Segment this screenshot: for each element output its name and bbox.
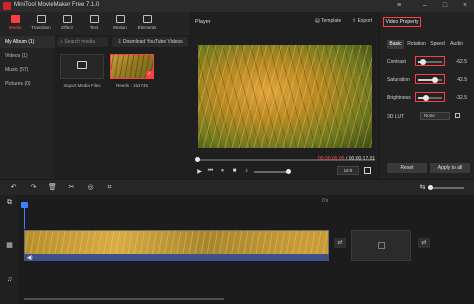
video-preview[interactable]	[198, 45, 372, 148]
tab-basic[interactable]: Basic	[387, 40, 404, 49]
tab-elements[interactable]: Elements	[134, 12, 160, 35]
add-track-icon[interactable]: ⧉	[5, 198, 14, 207]
fullscreen-icon[interactable]	[364, 167, 371, 174]
saturation-handle[interactable]	[432, 77, 439, 83]
split-icon[interactable]: ✂	[67, 183, 76, 192]
redo-icon[interactable]: ↷	[29, 183, 38, 192]
time-ruler[interactable]	[17, 197, 474, 207]
brightness-value[interactable]: -32.5	[449, 95, 467, 101]
transition-slot[interactable]: ⇄	[334, 238, 346, 248]
contrast-handle[interactable]	[419, 59, 426, 65]
tab-motion[interactable]: Motion	[107, 12, 133, 35]
zoom-handle[interactable]	[428, 185, 433, 190]
contrast-label: Contrast	[387, 59, 406, 65]
sidebar-item-music[interactable]: Music (57)	[0, 64, 55, 76]
ruler-mark: 0's	[322, 198, 329, 204]
saturation-value[interactable]: 42.5	[449, 77, 467, 83]
lut-label: 3D LUT	[387, 114, 405, 120]
tab-audio[interactable]: Audio	[448, 40, 465, 49]
player-label: Player	[195, 19, 211, 25]
minimize-icon[interactable]: –	[418, 0, 432, 12]
export-button[interactable]: ⇪ Export	[352, 18, 372, 24]
app-logo-icon	[3, 2, 11, 10]
media-clip-label: Reeds - 152746	[115, 83, 149, 88]
saturation-label: Saturation	[387, 77, 410, 83]
close-icon[interactable]: ×	[458, 0, 472, 12]
previous-frame-icon[interactable]: ⏮	[206, 168, 215, 175]
menu-icon[interactable]: ≡	[392, 0, 406, 12]
apply-to-all-button[interactable]: Apply to all	[430, 163, 470, 173]
download-youtube-button[interactable]: ⇩ Download YouTube Videos	[112, 37, 188, 47]
contrast-value[interactable]: -62.5	[449, 59, 467, 65]
tab-speed[interactable]: Speed	[429, 40, 446, 49]
delete-icon[interactable]: 🗑	[48, 183, 57, 192]
search-input[interactable]: ⌕ Search media	[57, 37, 108, 47]
reset-button[interactable]: Reset	[387, 163, 427, 173]
music-track-icon: ♫	[6, 276, 13, 283]
play-icon[interactable]: ▶	[195, 168, 204, 175]
effect-icon	[62, 15, 72, 23]
crop-icon[interactable]: ⌗	[105, 183, 114, 192]
sidebar-item-videos[interactable]: Videos (1)	[0, 50, 55, 62]
transition-icon	[36, 15, 46, 23]
placeholder-icon	[378, 242, 385, 249]
tab-transition[interactable]: Transition	[28, 12, 54, 35]
tab-text[interactable]: Text	[81, 12, 107, 35]
playhead-handle[interactable]	[21, 202, 28, 208]
elements-icon	[142, 15, 152, 23]
clip-audio-strip[interactable]	[24, 254, 329, 261]
video-property-title[interactable]: Video Property	[383, 17, 421, 27]
pause-icon[interactable]: ⏸	[218, 168, 227, 175]
zoom-slider[interactable]	[428, 187, 464, 189]
timeline-scrollbar[interactable]	[24, 298, 224, 300]
motion-icon	[115, 15, 125, 23]
undo-icon[interactable]: ↶	[9, 183, 18, 192]
lut-select[interactable]: None	[420, 112, 450, 120]
tab-effect[interactable]: Effect	[54, 12, 80, 35]
tab-media[interactable]: Media	[2, 12, 28, 35]
edit-icon[interactable]	[455, 113, 460, 118]
sidebar-item-pictures[interactable]: Pictures (0)	[0, 78, 55, 90]
transition-slot[interactable]: ⇄	[418, 238, 430, 248]
brightness-slider[interactable]	[418, 97, 442, 99]
maximize-icon[interactable]: □	[438, 0, 452, 12]
volume-handle[interactable]	[286, 169, 291, 174]
speaker-icon: ◀)	[27, 255, 33, 261]
total-time: / 00:00:17.01	[346, 156, 376, 162]
current-time: 00:00:00.00	[318, 156, 345, 162]
audio-detach-icon[interactable]: ◎	[86, 183, 95, 192]
text-icon	[89, 15, 99, 23]
media-icon	[10, 15, 20, 23]
tab-rotation[interactable]: Rotation	[405, 40, 428, 49]
window-title: MiniTool MovieMaker Free 7.1.0	[14, 2, 100, 8]
video-track-icon: ▦	[6, 242, 13, 249]
volume-icon[interactable]: ♪	[242, 168, 251, 174]
brightness-label: Brightness	[387, 95, 411, 101]
check-icon: ✓	[146, 71, 153, 78]
sidebar-item-my-album[interactable]: My Album (1)	[0, 36, 55, 48]
zoom-fit-icon[interactable]: ⇆	[418, 183, 427, 192]
aspect-ratio-select[interactable]: 16:9	[337, 166, 359, 175]
template-button[interactable]: ▤ Template	[315, 18, 341, 24]
saturation-slider[interactable]	[418, 79, 442, 81]
import-media-label: Import Media Files	[63, 83, 101, 88]
stop-icon[interactable]: ■	[230, 168, 239, 174]
folder-icon	[77, 61, 87, 69]
seek-handle[interactable]	[195, 157, 200, 162]
volume-slider[interactable]	[254, 171, 290, 173]
